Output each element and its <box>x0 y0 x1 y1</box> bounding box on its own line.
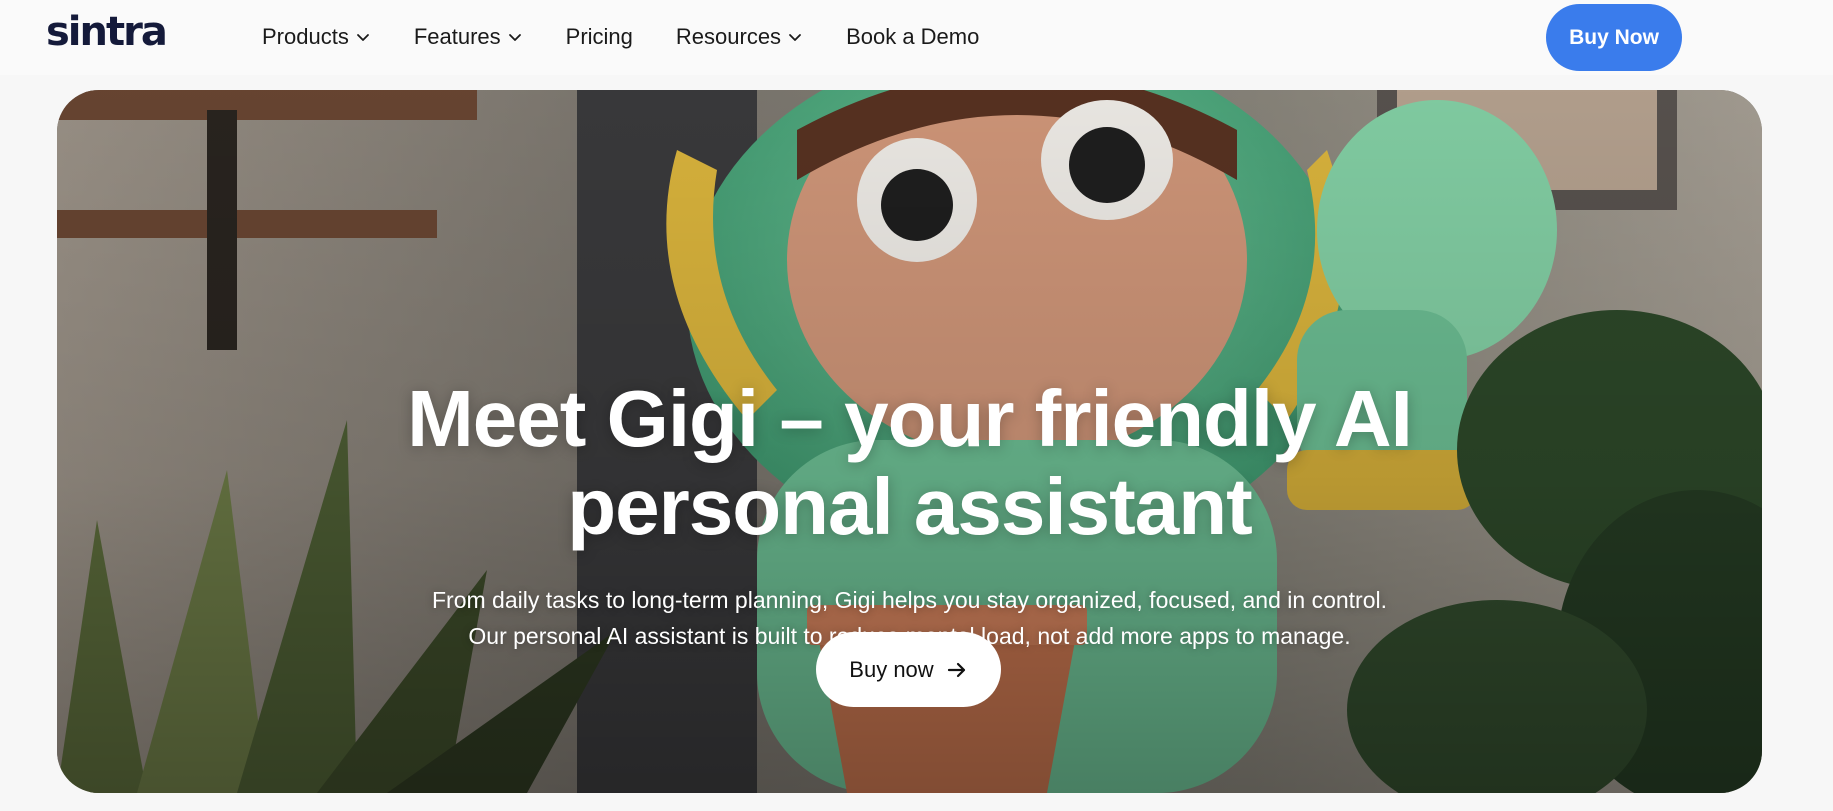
nav-item-products[interactable]: Products <box>262 24 371 50</box>
hero-banner: Meet Gigi – your friendly AI personal as… <box>57 90 1762 793</box>
nav-item-label: Pricing <box>565 24 633 49</box>
buy-now-button[interactable]: Buy Now <box>1546 4 1682 71</box>
hero-title-line-1: Meet Gigi – your friendly AI <box>407 374 1413 463</box>
arrow-right-icon <box>947 662 965 677</box>
nav-item-label: Book a Demo <box>846 24 980 49</box>
chevron-down-icon <box>789 34 801 41</box>
chevron-down-icon <box>356 34 369 41</box>
nav-item-label: Resources <box>675 24 782 49</box>
chevron-down-icon <box>508 34 521 41</box>
nav-item-label: Products <box>262 24 349 49</box>
sintra-logo[interactable]: sintra <box>46 10 168 54</box>
hero-buy-now-label: Buy now <box>849 656 934 682</box>
hero-title-line-2: personal assistant <box>567 462 1253 551</box>
nav-item-book-demo[interactable]: Book a Demo <box>846 24 979 50</box>
nav-item-features[interactable]: Features <box>414 24 523 50</box>
hero-title: Meet Gigi – your friendly AI personal as… <box>57 375 1762 551</box>
nav-links: Products Features Pricing Resources Book… <box>262 20 1022 54</box>
nav-item-pricing[interactable]: Pricing <box>566 24 633 50</box>
top-navigation: sintra Products Features Pricing Resourc… <box>0 0 1833 75</box>
nav-item-label: Features <box>413 24 501 49</box>
hero-buy-now-button[interactable]: Buy now <box>816 632 1001 707</box>
nav-item-resources[interactable]: Resources <box>676 24 803 50</box>
